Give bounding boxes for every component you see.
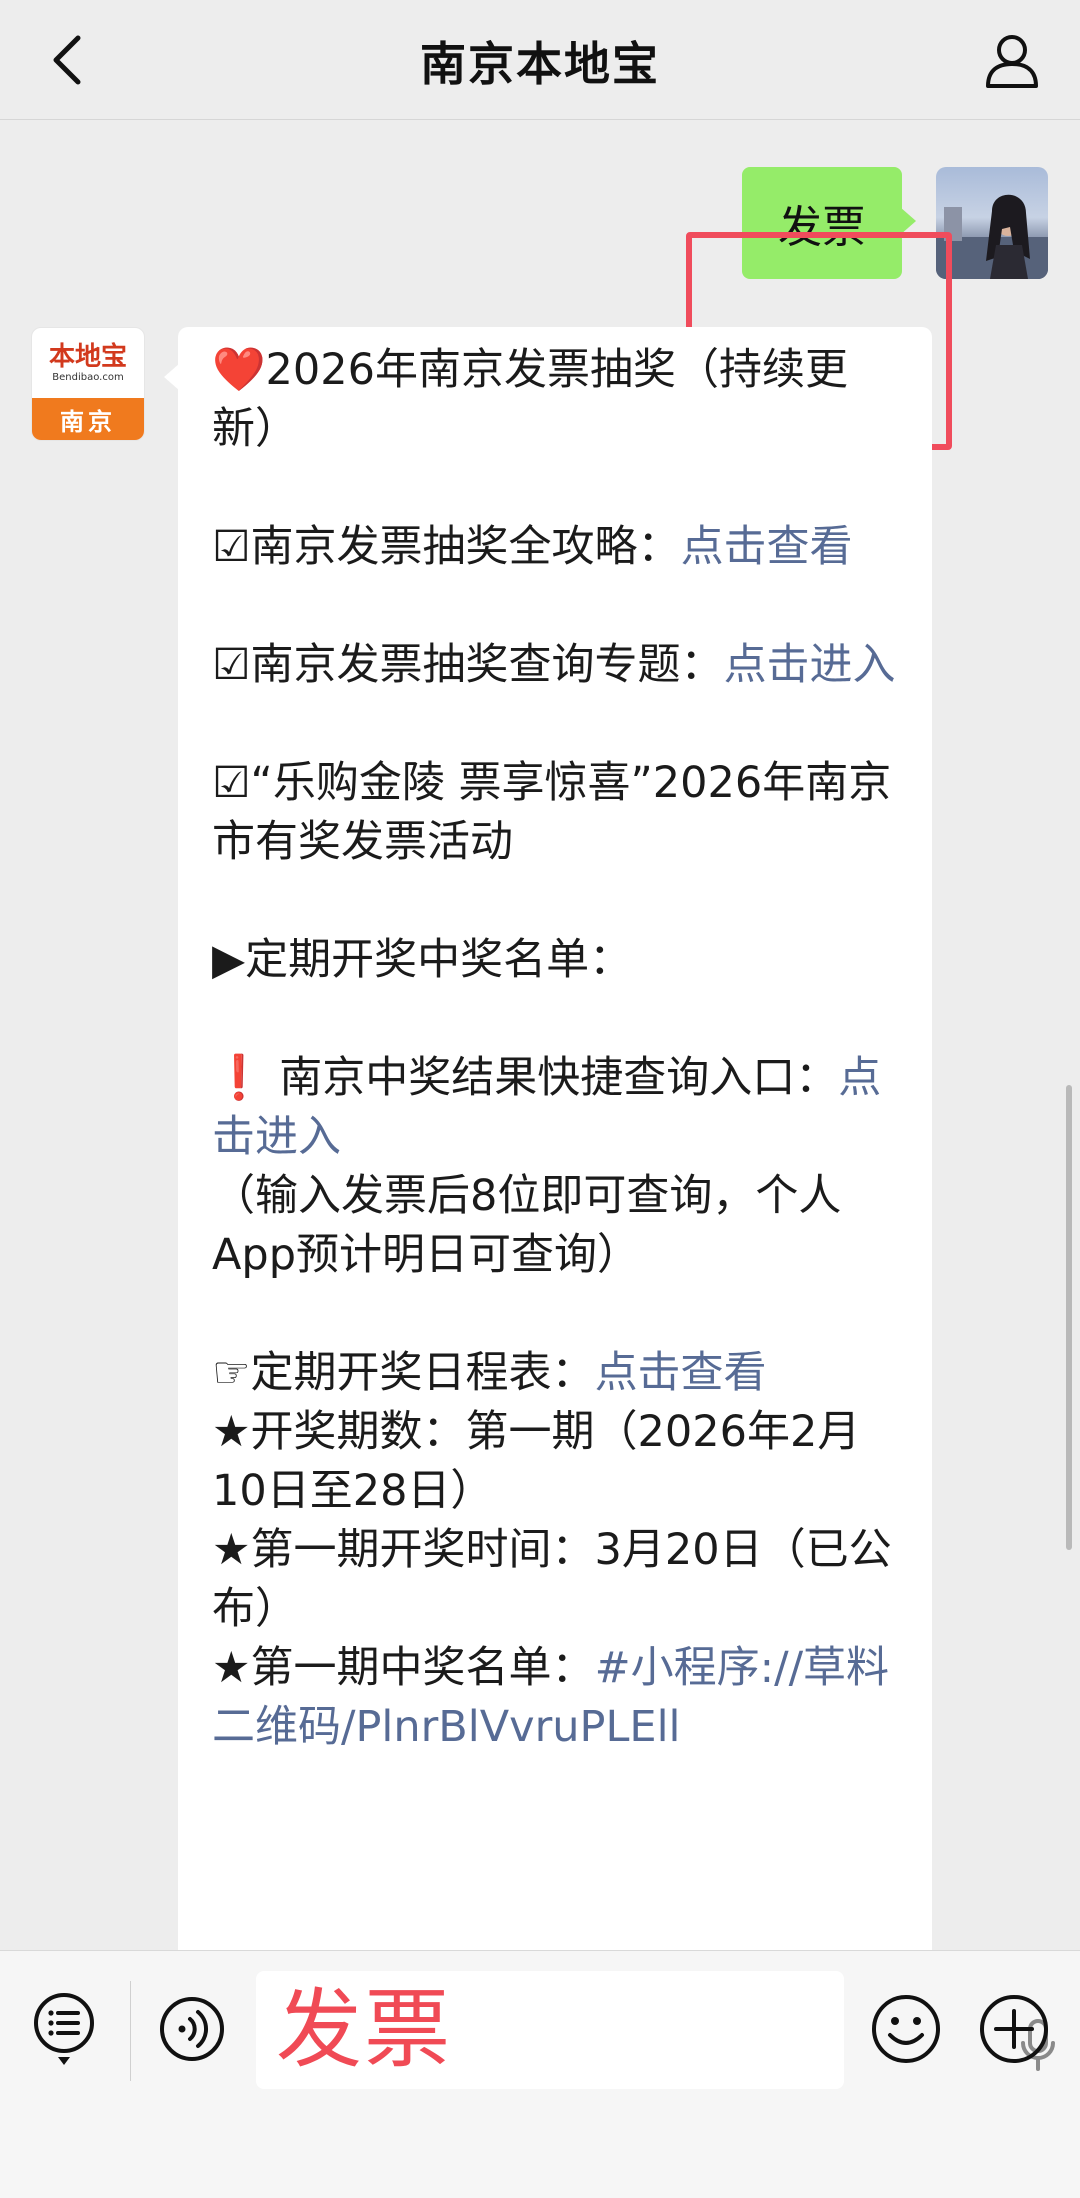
heart-icon: ❤️ [212, 345, 266, 395]
reply-section-winners: ▶定期开奖中奖名单： [212, 935, 633, 985]
chat-area[interactable]: 发票 本地宝 Bendibao.com 南京 ❤️2026年南京发票抽奖（持续更… [0, 120, 1080, 1950]
user-avatar[interactable] [936, 167, 1048, 279]
bot-brand-label: 本地宝 [48, 342, 127, 372]
reply-title: ❤️2026年南京发票抽奖（持续更新） [212, 341, 898, 459]
reply-item-topic: ☑南京发票抽奖查询专题：点击进入 [212, 636, 898, 695]
reply-period: ★开奖期数：第一期（2026年2月10日至28日） [212, 1407, 861, 1516]
quick-query-note: （输入发票后8位即可查询，个人App预计明日可查询） [212, 1171, 842, 1280]
bot-avatar[interactable]: 本地宝 Bendibao.com 南京 [31, 327, 145, 441]
emoji-button[interactable] [868, 1991, 944, 2067]
plus-button[interactable] [976, 1991, 1052, 2067]
reply-item-guide-text: ☑南京发票抽奖全攻略： [212, 522, 681, 572]
reply-winners-list: ★第一期中奖名单：#小程序://草料二维码/PlnrBlVvruPLEll [212, 1639, 898, 1757]
received-message-bubble[interactable]: ❤️2026年南京发票抽奖（持续更新） ☑南京发票抽奖全攻略：点击查看 ☑南京发… [164, 327, 932, 1950]
reply-item-guide: ☑南京发票抽奖全攻略：点击查看 [212, 518, 898, 577]
chat-title: 南京本地宝 [420, 37, 660, 91]
reply-draw-time: ★第一期开奖时间：3月20日（已公布） [212, 1525, 892, 1634]
divider [130, 1981, 131, 2081]
topic-link[interactable]: 点击进入 [724, 640, 896, 690]
reply-quick-query: ❗ 南京中奖结果快捷查询入口：点击进入 （输入发票后8位即可查询，个人App预计… [212, 1049, 898, 1285]
reply-item-topic-text: ☑南京发票抽奖查询专题： [212, 640, 724, 690]
input-bar: 发票 [0, 1950, 1080, 2198]
list-icon [34, 1993, 94, 2065]
reply-item-campaign: ☑“乐购金陵 票享惊喜”2026年南京市有奖发票活动 [212, 758, 892, 867]
chat-header: 南京本地宝 [0, 0, 1080, 120]
message-input-text: 发票 [276, 1980, 452, 2080]
plus-icon [980, 1995, 1048, 2063]
scrollbar[interactable] [1066, 1085, 1072, 1550]
bot-site-label: Bendibao.com [52, 372, 124, 383]
winners-text: ★第一期中奖名单： [212, 1643, 595, 1693]
schedule-link[interactable]: 点击查看 [595, 1348, 767, 1398]
guide-link[interactable]: 点击查看 [681, 522, 853, 572]
exclamation-icon: ❗ [212, 1053, 266, 1103]
person-icon [986, 35, 1038, 88]
bot-city-label: 南京 [32, 398, 144, 440]
quick-query-text: 南京中奖结果快捷查询入口： [279, 1053, 839, 1103]
profile-button[interactable] [974, 22, 1050, 98]
voice-button[interactable] [154, 1991, 230, 2067]
reply-schedule: ☞定期开奖日程表：点击查看 [212, 1344, 898, 1403]
menu-button[interactable] [26, 1991, 102, 2067]
message-input[interactable]: 发票 [256, 1971, 1055, 2089]
voice-icon [160, 1997, 224, 2061]
reply-title-text: 2026年南京发票抽奖（持续更新） [212, 345, 848, 454]
user-photo-icon [936, 194, 1048, 279]
emoji-icon [872, 1995, 940, 2063]
schedule-text: ☞定期开奖日程表： [212, 1348, 595, 1398]
